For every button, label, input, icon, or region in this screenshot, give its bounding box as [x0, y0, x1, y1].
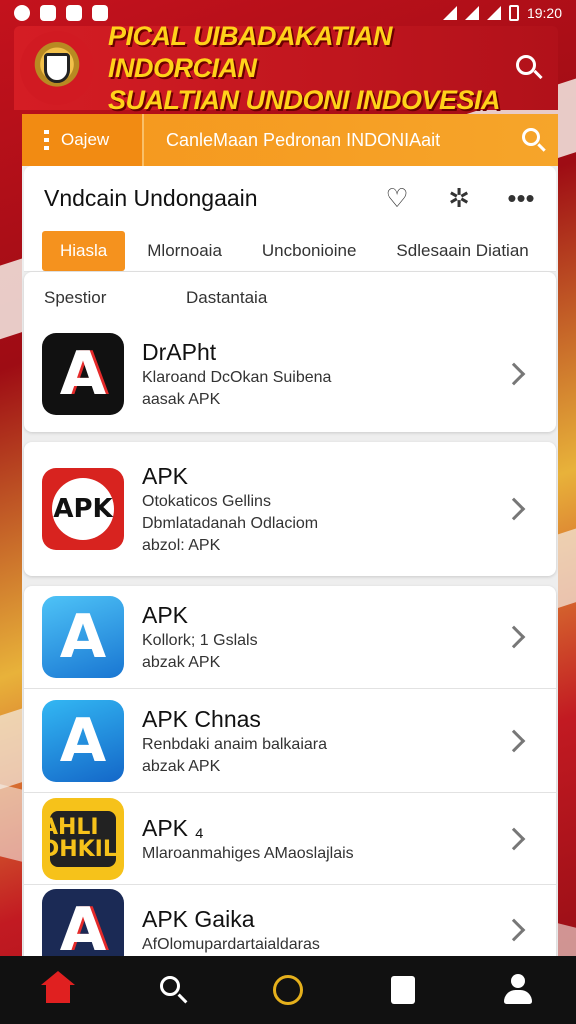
status-bar: 19:20 [0, 0, 576, 26]
chevron-right-icon[interactable] [502, 729, 526, 752]
tab-bar: Hiasla Mlornoaia Uncbonioine Sdlesaain D… [24, 230, 556, 272]
bottom-nav [0, 956, 576, 1024]
wifi-icon [442, 6, 457, 20]
app-name: APK Gaika [142, 905, 255, 932]
chevron-right-icon[interactable] [502, 827, 526, 850]
app-card: APK APK Otokaticos Gellins Dbmlatadanah … [24, 442, 556, 576]
garuda-emblem-icon [20, 31, 94, 105]
heart-icon[interactable]: ♡ [382, 183, 412, 213]
app-desc: Mlaroanmahiges AMaoslajlais [142, 844, 354, 862]
app-desc: aasak APK [142, 391, 221, 408]
document-icon[interactable] [383, 970, 423, 1010]
profile-icon[interactable] [498, 970, 538, 1010]
search-icon[interactable] [510, 114, 558, 166]
app-name: APK [142, 463, 189, 489]
section-col2: Dastantaia [186, 288, 268, 307]
title-bar: Vndcain Undongaain ♡ ✲ ••• [24, 166, 556, 230]
app-store-icon: A [42, 699, 124, 782]
main-panel: Vndcain Undongaain ♡ ✲ ••• Hiasla Mlorno… [22, 166, 558, 956]
page-title: Vndcain Undongaain [44, 184, 258, 211]
app-desc: Klaroand DcOkan Suibena [142, 369, 332, 386]
section-col1: Spestior [44, 288, 107, 307]
status-time: 19:20 [526, 5, 562, 21]
more-icon[interactable]: ••• [506, 183, 536, 213]
chevron-right-icon[interactable] [502, 362, 526, 386]
banner-title-line1: PICAL UIBADAKATIAN INDORCIAN [108, 21, 393, 83]
home-icon[interactable] [38, 970, 78, 1010]
tab-hiasla[interactable]: Hiasla [42, 230, 126, 271]
puzzle-icon[interactable]: ✲ [444, 183, 474, 213]
app-desc: Dbmlatadanah Odlaciom [142, 515, 319, 532]
tab-mlornoaia[interactable]: Mlornoaia [139, 231, 230, 271]
circle-icon[interactable] [268, 970, 308, 1010]
app-list-card: A APK Kollork; 1 Gslals abzak APK A APK … [24, 586, 556, 956]
menu-label: Oajew [61, 130, 110, 149]
app-store-icon: A [42, 596, 124, 678]
app-desc: abzak APK [142, 654, 221, 671]
app-name: APK ₄ [142, 814, 204, 841]
app-desc: abzak APK [142, 757, 221, 775]
signal-icon [486, 6, 501, 20]
search-icon[interactable] [512, 51, 546, 85]
app-badge: AHLI DHKILI [42, 814, 124, 862]
battery-icon [508, 5, 519, 21]
notification-icon [92, 5, 108, 21]
banner-title: PICAL UIBADAKATIAN INDORCIAN SUALTIAN UN… [108, 20, 512, 116]
nav-subtitle: CanleMaan Pedronan INDONIAait [166, 129, 441, 150]
banner-title-line2: SUALTIAN UNDONI INDOVESIA [108, 85, 501, 115]
app-logo-icon: A [42, 888, 124, 956]
app-name: APK Chnas [142, 705, 261, 732]
app-desc: Renbdaki anaim balkaiara [142, 735, 327, 753]
notification-icon [14, 5, 30, 21]
list-item[interactable]: A APK Chnas Renbdaki anaim balkaiara abz… [24, 688, 556, 792]
tab-uncbonioine[interactable]: Uncbonioine [254, 231, 365, 271]
chevron-right-icon[interactable] [502, 625, 526, 649]
tab-sdlesaain[interactable]: Sdlesaain Diatian [388, 231, 536, 271]
search-icon[interactable] [153, 970, 193, 1010]
header-banner: PICAL UIBADAKATIAN INDORCIAN SUALTIAN UN… [14, 21, 558, 115]
mail-icon [66, 5, 82, 21]
list-item[interactable]: A APK Kollork; 1 Gslals abzak APK [24, 586, 556, 688]
app-badge: APK [53, 494, 113, 524]
list-item[interactable]: A APK Gaika AfOlomupardartaialdaras [24, 884, 556, 956]
app-name: DrAPht [142, 339, 217, 365]
apk-phone-icon: APK [42, 468, 124, 550]
app-name: APK [142, 602, 189, 628]
chevron-right-icon[interactable] [502, 918, 526, 941]
app-desc: Kollork; 1 Gslals [142, 632, 258, 649]
list-item[interactable]: APK APK Otokaticos Gellins Dbmlatadanah … [24, 442, 556, 576]
list-item[interactable]: AHLI DHKILI APK ₄ Mlaroanmahiges AMaosla… [24, 792, 556, 884]
app-desc: AfOlomupardartaialdaras [142, 935, 320, 953]
chevron-right-icon[interactable] [502, 497, 526, 521]
list-item[interactable]: A DrAPht Klaroand DcOkan Suibena aasak A… [24, 324, 556, 424]
apk-phone-icon: AHLI DHKILI [42, 797, 124, 880]
menu-icon [44, 130, 49, 150]
app-desc: Otokaticos Gellins [142, 493, 271, 510]
signal-icon [464, 6, 479, 20]
nav-bar: Oajew CanleMaan Pedronan INDONIAait [22, 114, 558, 166]
section-header: Spestior Dastantaia [24, 272, 556, 324]
app-logo-icon: A [42, 333, 124, 415]
app-desc: abzol: APK [142, 537, 221, 554]
menu-button[interactable]: Oajew [22, 114, 144, 166]
app-card: Spestior Dastantaia A DrAPht Klaroand Dc… [24, 272, 556, 432]
notification-icon [40, 5, 56, 21]
